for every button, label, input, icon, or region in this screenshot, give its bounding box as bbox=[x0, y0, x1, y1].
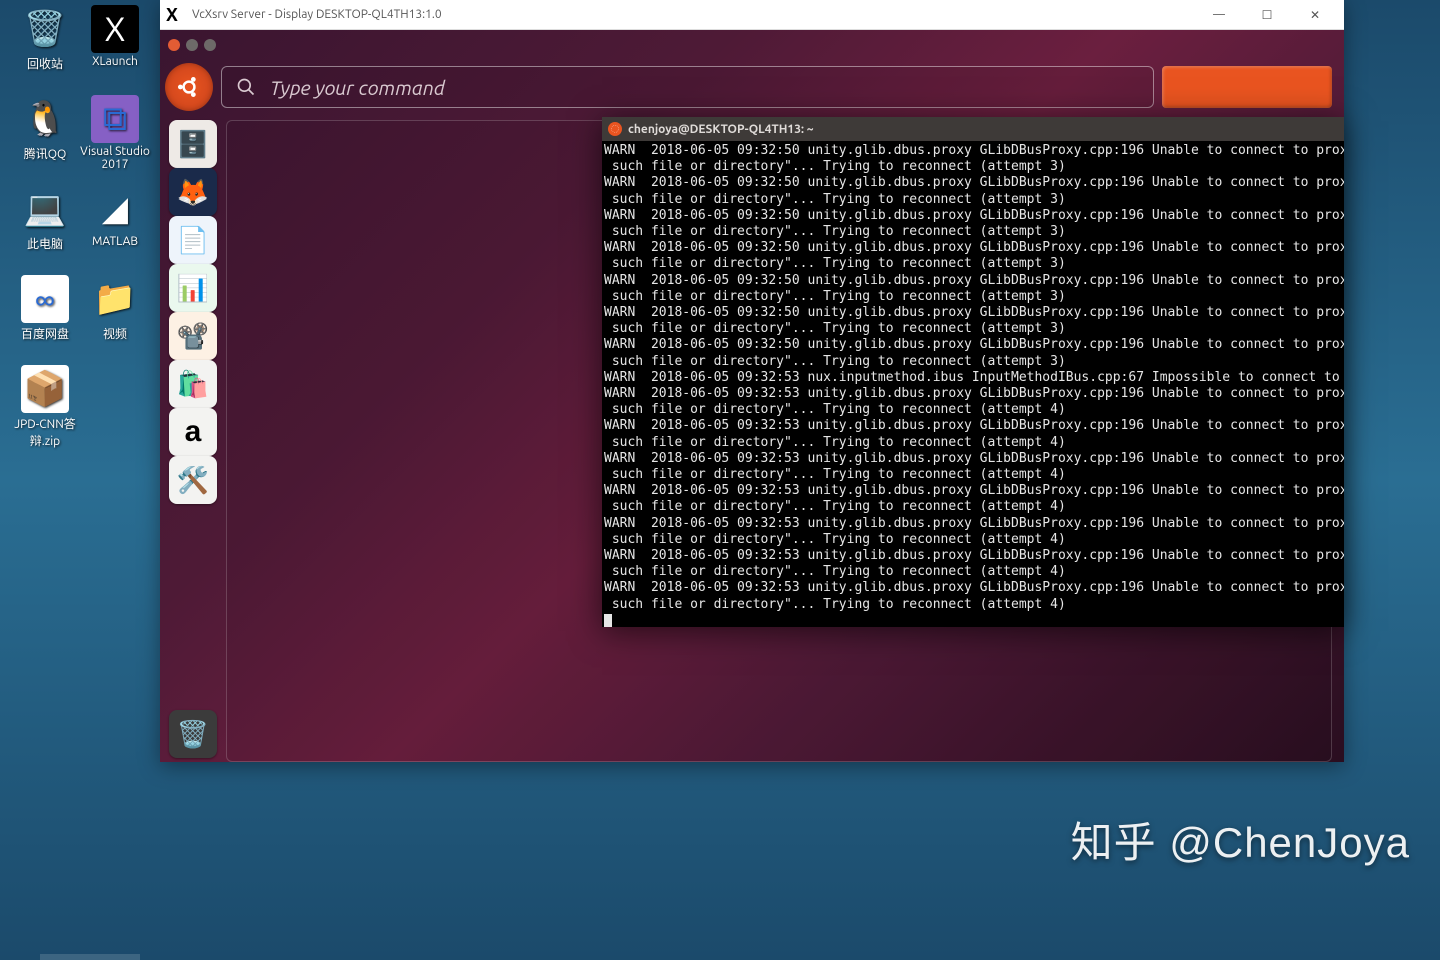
desktop-icon-tencent-qq[interactable]: 🐧 腾讯QQ bbox=[10, 95, 80, 180]
unity-launcher: 🗄️🦊📄📊📽️🛍️a🛠️ 🗑️ bbox=[165, 120, 221, 758]
visual-studio-icon: ⧉ bbox=[91, 95, 139, 143]
desktop-icon-label: JPD-CNN答辩.zip bbox=[10, 415, 80, 449]
vcxsrv-title: VcXsrv Server - Display DESKTOP-QL4TH13:… bbox=[192, 8, 1196, 21]
close-button[interactable]: ✕ bbox=[1292, 1, 1338, 29]
desktop-icon-label: MATLAB bbox=[92, 235, 138, 248]
desktop-icon-jpd-cnn-zip[interactable]: 📦JPD-CNN答辩.zip bbox=[10, 365, 80, 450]
launcher-software[interactable]: 🛍️ bbox=[169, 360, 217, 408]
desktop-icon-matlab[interactable]: ◢ MATLAB bbox=[80, 185, 150, 270]
desktop-icon-label: 视频 bbox=[103, 325, 127, 342]
desktop-icon-video-folder[interactable]: 📁 视频 bbox=[80, 275, 150, 360]
video-folder-icon: 📁 bbox=[91, 275, 139, 323]
tencent-qq-icon: 🐧 bbox=[21, 95, 69, 143]
desktop-icon-label: XLaunch bbox=[92, 55, 138, 68]
desktop-icon-label: 回收站 bbox=[27, 55, 63, 72]
windows-desktop: 🗑️ 回收站 🐧 腾讯QQ 💻 此电脑 ∞ 百度网盘 📦JPD-CNN答辩.zip X XLaun… bbox=[0, 0, 160, 960]
desktop-icon-label: 此电脑 bbox=[27, 235, 63, 252]
terminal-output[interactable]: WARN 2018-06-05 09:32:50 unity.glib.dbus… bbox=[602, 141, 1344, 627]
desktop-icon-baidu-netdisk[interactable]: ∞ 百度网盘 bbox=[10, 275, 80, 360]
launcher-firefox[interactable]: 🦊 bbox=[169, 168, 217, 216]
vcxsrv-titlebar[interactable]: X VcXsrv Server - Display DESKTOP-QL4TH1… bbox=[160, 0, 1344, 30]
minimize-icon[interactable] bbox=[186, 39, 198, 51]
recycle-bin-icon: 🗑️ bbox=[21, 5, 69, 53]
vcxsrv-x-icon: X bbox=[166, 6, 184, 24]
xlaunch-icon: X bbox=[91, 5, 139, 53]
terminal-title: chenjoya@DESKTOP-QL4TH13: ~ bbox=[628, 123, 814, 136]
maximize-button[interactable]: ☐ bbox=[1244, 1, 1290, 29]
close-icon[interactable] bbox=[168, 39, 180, 51]
launcher-writer[interactable]: 📄 bbox=[169, 216, 217, 264]
hud-placeholder: Type your command bbox=[270, 76, 445, 99]
search-icon bbox=[236, 77, 256, 97]
hud-search-input[interactable]: Type your command bbox=[221, 66, 1154, 108]
ubuntu-circle-icon: ◌ bbox=[608, 122, 622, 136]
launcher-settings[interactable]: 🛠️ bbox=[169, 456, 217, 504]
ubuntu-window-controls[interactable] bbox=[168, 39, 216, 51]
ubuntu-logo-icon[interactable] bbox=[165, 63, 213, 111]
desktop-icon-label: 百度网盘 bbox=[21, 325, 69, 342]
desktop-icon-label: Visual Studio 2017 bbox=[80, 145, 150, 171]
desktop-icon-this-pc[interactable]: 💻 此电脑 bbox=[10, 185, 80, 270]
launcher-impress[interactable]: 📽️ bbox=[169, 312, 217, 360]
launcher-amazon[interactable]: a bbox=[169, 408, 217, 456]
minimize-button[interactable]: — bbox=[1196, 1, 1242, 29]
desktop-icon-label: 腾讯QQ bbox=[24, 145, 67, 162]
launcher-calc[interactable]: 📊 bbox=[169, 264, 217, 312]
this-pc-icon: 💻 bbox=[21, 185, 69, 233]
maximize-icon[interactable] bbox=[204, 39, 216, 51]
hud-result-box[interactable] bbox=[1162, 66, 1332, 108]
desktop-icon-visual-studio[interactable]: ⧉Visual Studio 2017 bbox=[80, 95, 150, 180]
jpd-cnn-zip-icon: 📦 bbox=[21, 365, 69, 413]
terminal-titlebar[interactable]: ◌ chenjoya@DESKTOP-QL4TH13: ~ bbox=[602, 117, 1344, 141]
baidu-netdisk-icon: ∞ bbox=[21, 275, 69, 323]
desktop-icon-recycle-bin[interactable]: 🗑️ 回收站 bbox=[10, 5, 80, 90]
launcher-trash[interactable]: 🗑️ bbox=[169, 710, 217, 758]
desktop-icon-xlaunch[interactable]: X XLaunch bbox=[80, 5, 150, 90]
matlab-icon: ◢ bbox=[91, 185, 139, 233]
zhihu-watermark: 知乎 @ChenJoya bbox=[1071, 809, 1410, 870]
launcher-files[interactable]: 🗄️ bbox=[169, 120, 217, 168]
windows-taskbar-hint bbox=[40, 954, 140, 960]
terminal-window[interactable]: ◌ chenjoya@DESKTOP-QL4TH13: ~ WARN 2018-… bbox=[602, 117, 1344, 627]
